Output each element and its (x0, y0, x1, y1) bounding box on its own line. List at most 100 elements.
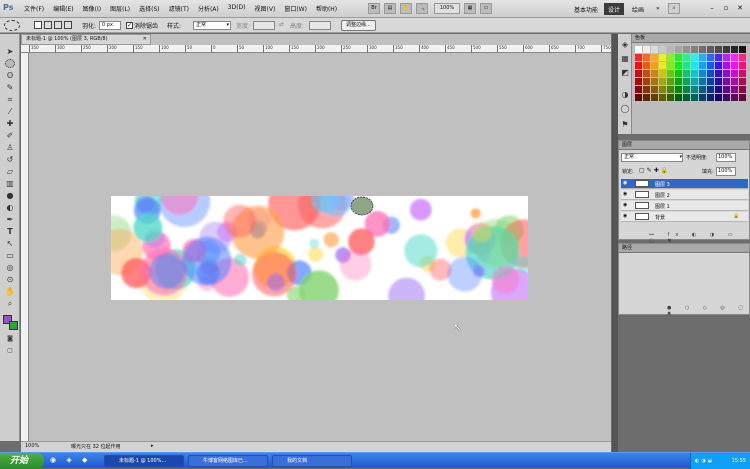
color-swatch[interactable] (699, 94, 706, 101)
color-swatch[interactable] (723, 62, 730, 69)
3d-orbit-tool-icon[interactable]: ⊙ (5, 275, 15, 284)
color-swatch[interactable] (667, 78, 674, 85)
color-swatch[interactable] (651, 62, 658, 69)
color-swatch[interactable] (731, 70, 738, 77)
color-swatch[interactable] (651, 94, 658, 101)
color-swatch[interactable] (707, 62, 714, 69)
color-swatch[interactable] (707, 86, 714, 93)
color-swatch[interactable] (667, 70, 674, 77)
color-swatch[interactable] (731, 62, 738, 69)
swatches-panel-title[interactable]: 色板 (635, 35, 645, 41)
color-swatch[interactable] (739, 78, 746, 85)
search-icon[interactable]: ⌕ (668, 3, 680, 14)
color-swatch[interactable] (675, 70, 682, 77)
color-swatch[interactable] (643, 78, 650, 85)
menu-filter[interactable]: 滤镜(T) (169, 4, 189, 13)
color-swatch[interactable] (667, 86, 674, 93)
layer-visibility-eye-icon[interactable]: ◉ (623, 180, 627, 186)
color-swatch[interactable] (659, 78, 666, 85)
color-swatch[interactable] (643, 70, 650, 77)
eraser-tool-icon[interactable]: ▱ (5, 167, 15, 176)
adjustments-panel-icon[interactable]: ◑ (620, 90, 630, 99)
close-button[interactable]: ✕ (734, 3, 746, 14)
opacity-input[interactable]: 100% (716, 153, 736, 162)
menu-file[interactable]: 文件(F) (24, 4, 44, 13)
antialias-checkbox[interactable]: ✓ (126, 22, 133, 29)
background-color-swatch[interactable] (9, 321, 18, 330)
color-swatch[interactable] (643, 86, 650, 93)
masks-panel-icon[interactable]: ◯ (620, 104, 630, 113)
color-swatch[interactable] (667, 62, 674, 69)
color-swatch[interactable] (635, 94, 642, 101)
eyedropper-tool-icon[interactable]: ⁄ (5, 107, 15, 116)
color-swatch[interactable] (635, 46, 642, 53)
screen-mode-icon[interactable]: ▭ (480, 3, 492, 14)
color-swatch[interactable] (683, 94, 690, 101)
color-swatch[interactable] (723, 54, 730, 61)
shape-tool-icon[interactable]: ▭ (5, 251, 15, 260)
color-swatch[interactable] (691, 86, 698, 93)
gradient-tool-icon[interactable]: ▥ (5, 179, 15, 188)
color-panel-icon[interactable]: ◈ (620, 40, 630, 49)
hand-view-icon[interactable]: ✋ (400, 3, 412, 14)
styles-panel-icon[interactable]: ◩ (620, 68, 630, 77)
3d-rotate-tool-icon[interactable]: ◎ (5, 263, 15, 272)
quick-select-tool-icon[interactable]: ✎ (5, 83, 15, 92)
screen-mode-tool-icon[interactable]: ▢ (5, 346, 15, 355)
blend-mode-select[interactable]: 正常 ▾ (621, 153, 683, 162)
color-swatch[interactable] (691, 94, 698, 101)
color-swatch[interactable] (667, 46, 674, 53)
color-swatch[interactable] (675, 54, 682, 61)
color-swatch[interactable] (659, 54, 666, 61)
color-swatch[interactable] (691, 54, 698, 61)
elliptical-marquee-icon[interactable] (4, 20, 20, 31)
status-zoom[interactable]: 100% (25, 443, 39, 449)
minimize-button[interactable]: – (706, 3, 718, 14)
restore-button[interactable]: ▫ (720, 3, 732, 14)
tab-layers[interactable]: 图层 (622, 142, 632, 148)
color-swatch[interactable] (659, 62, 666, 69)
color-swatch[interactable] (651, 70, 658, 77)
color-swatch[interactable] (731, 46, 738, 53)
color-swatch[interactable] (739, 54, 746, 61)
color-swatch[interactable] (683, 46, 690, 53)
brush-tool-icon[interactable]: ✐ (5, 131, 15, 140)
color-swatch[interactable] (691, 62, 698, 69)
color-swatch[interactable] (651, 54, 658, 61)
zoom-view-icon[interactable]: 🔍 (416, 3, 428, 14)
color-swatch[interactable] (659, 46, 666, 53)
add-selection-icon[interactable] (44, 21, 52, 29)
menu-layer[interactable]: 图层(L) (110, 4, 130, 13)
color-swatch[interactable] (699, 86, 706, 93)
color-swatch[interactable] (723, 86, 730, 93)
color-swatch[interactable] (651, 86, 658, 93)
tray-icons[interactable]: ◐◑◒ (691, 453, 714, 469)
color-swatch[interactable] (675, 62, 682, 69)
color-swatch[interactable] (715, 94, 722, 101)
dodge-tool-icon[interactable]: ◐ (5, 203, 15, 212)
color-swatch[interactable] (691, 70, 698, 77)
fill-input[interactable]: 100% (716, 167, 736, 176)
quick-launch-icons[interactable]: ◉ ◈ ◆ (50, 456, 100, 466)
color-swatch[interactable] (723, 70, 730, 77)
color-swatch[interactable] (675, 78, 682, 85)
healing-tool-icon[interactable]: ✚ (5, 119, 15, 128)
zoom-level-dropdown[interactable]: 100% (434, 3, 460, 14)
color-swatch[interactable] (723, 46, 730, 53)
pen-tool-icon[interactable]: ✒ (5, 215, 15, 224)
taskbar-item-browser[interactable]: 牛博客网络图库已... (188, 455, 268, 467)
color-swatch[interactable] (739, 94, 746, 101)
horizontal-ruler[interactable]: 350 300 250 200 150 100 50 0 50 100 150 200 250 300 35… (21, 45, 611, 53)
color-swatch[interactable] (739, 46, 746, 53)
document-close-icon[interactable]: ✕ (143, 35, 147, 44)
color-swatch[interactable] (723, 78, 730, 85)
new-selection-icon[interactable] (34, 21, 42, 29)
color-swatch[interactable] (643, 62, 650, 69)
color-swatch[interactable] (635, 54, 642, 61)
path-select-tool-icon[interactable]: ↖ (5, 239, 15, 248)
color-swatch[interactable] (715, 86, 722, 93)
menu-edit[interactable]: 编辑(E) (53, 4, 73, 13)
color-swatch[interactable] (715, 70, 722, 77)
color-swatch[interactable] (699, 78, 706, 85)
color-swatch[interactable] (675, 46, 682, 53)
